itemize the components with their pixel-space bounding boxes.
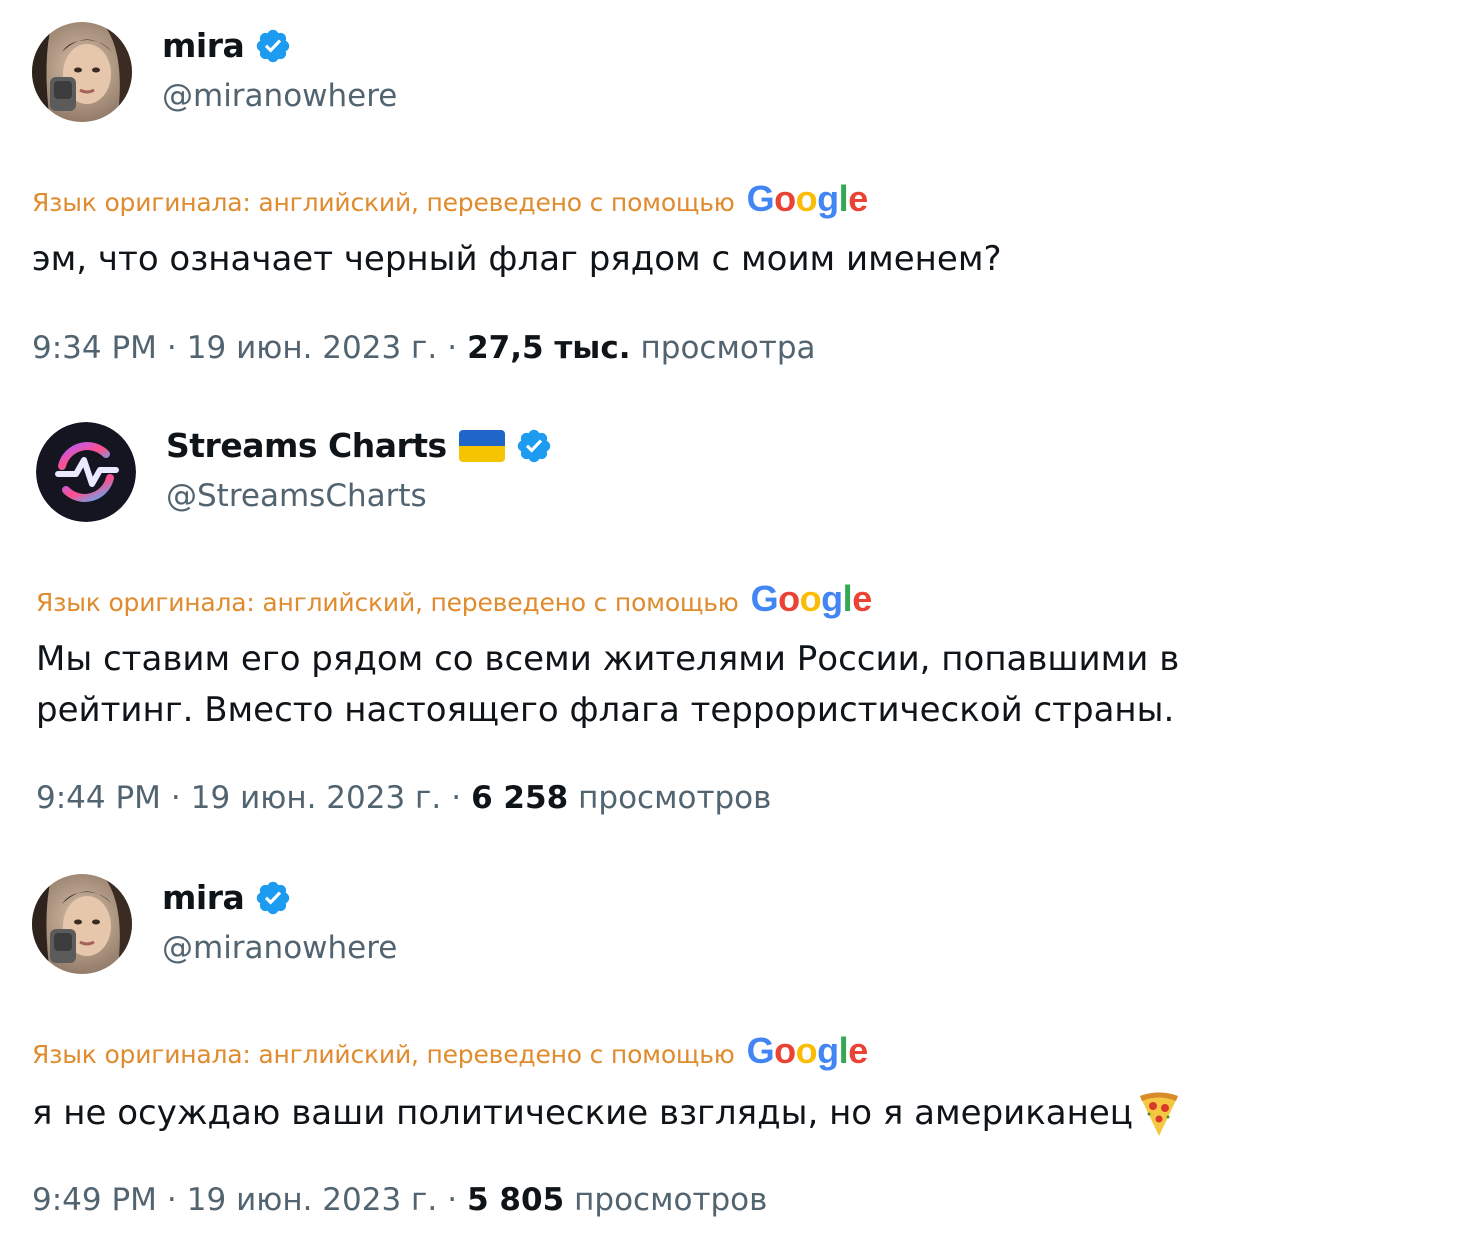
translation-note: Язык оригинала: английский, переведено с… — [32, 1030, 868, 1072]
google-letter: o — [778, 578, 800, 619]
tweet-text: эм, что означает черный флаг рядом с мои… — [32, 234, 1002, 285]
views-count[interactable]: 5 805 — [467, 1182, 564, 1218]
views-label: просмотра — [640, 330, 816, 366]
author-handle[interactable]: @miranowhere — [162, 78, 397, 114]
tweet-text: Мы ставим его рядом со всеми жителями Ро… — [36, 634, 1179, 736]
verified-badge-icon — [515, 427, 553, 465]
google-letter: e — [848, 1030, 868, 1071]
pizza-icon — [1137, 1090, 1181, 1138]
verified-badge-icon — [254, 879, 292, 917]
google-letter: e — [852, 578, 872, 619]
tweet-3: mira @miranowhere Язык оригинала: англий… — [0, 852, 1478, 1256]
translation-note-text: Язык оригинала: английский, переведено с… — [32, 1040, 735, 1069]
meta-separator: · — [451, 780, 462, 816]
google-letter: G — [746, 1030, 775, 1071]
tweet-time[interactable]: 9:34 PM — [32, 330, 157, 366]
google-logo: Google — [746, 1030, 869, 1072]
display-name[interactable]: Streams Charts — [166, 426, 447, 465]
meta-separator: · — [166, 330, 177, 366]
google-letter: l — [838, 178, 849, 219]
google-letter: g — [817, 1030, 839, 1071]
meta-separator: · — [170, 780, 181, 816]
google-letter: e — [848, 178, 868, 219]
google-letter: g — [817, 178, 839, 219]
meta-separator: · — [447, 1182, 458, 1218]
tweet-time[interactable]: 9:44 PM — [36, 780, 161, 816]
google-logo: Google — [750, 578, 873, 620]
tweet-date[interactable]: 19 июн. 2023 г. — [187, 330, 437, 366]
translation-note: Язык оригинала: английский, переведено с… — [36, 578, 872, 620]
translation-note-text: Язык оригинала: английский, переведено с… — [32, 188, 735, 217]
google-logo: Google — [746, 178, 869, 220]
google-letter: o — [774, 1030, 796, 1071]
tweet-time[interactable]: 9:49 PM — [32, 1182, 157, 1218]
google-letter: l — [842, 578, 853, 619]
tweet-text-line: Мы ставим его рядом со всеми жителями Ро… — [36, 639, 1180, 679]
tweet-text: я не осуждаю ваши политические взгляды, … — [32, 1088, 1181, 1139]
translation-note-text: Язык оригинала: английский, переведено с… — [36, 588, 739, 617]
tweet-meta: 9:49 PM · 19 июн. 2023 г. · 5 805 просмо… — [32, 1182, 767, 1218]
google-letter: o — [795, 178, 818, 219]
author-name-row: mira — [162, 26, 292, 65]
google-letter: o — [795, 1030, 818, 1071]
tweet-date[interactable]: 19 июн. 2023 г. — [191, 780, 441, 816]
views-count[interactable]: 6 258 — [471, 780, 568, 816]
author-handle[interactable]: @miranowhere — [162, 930, 397, 966]
author-name-row: mira — [162, 878, 292, 917]
google-letter: o — [799, 578, 822, 619]
verified-badge-icon — [254, 27, 292, 65]
views-label: просмотров — [578, 780, 772, 816]
translation-note: Язык оригинала: английский, переведено с… — [32, 178, 868, 220]
tweet-meta: 9:44 PM · 19 июн. 2023 г. · 6 258 просмо… — [36, 780, 771, 816]
views-count[interactable]: 27,5 тыс. — [467, 330, 630, 366]
ukraine-flag-icon — [458, 429, 505, 462]
tweet-text-line: эм, что означает черный флаг рядом с мои… — [32, 239, 1002, 279]
tweet-meta: 9:34 PM · 19 июн. 2023 г. · 27,5 тыс. пр… — [32, 330, 816, 366]
google-letter: G — [750, 578, 779, 619]
avatar-mira[interactable] — [32, 22, 132, 122]
google-letter: g — [821, 578, 843, 619]
tweet-text-line: я не осуждаю ваши политические взгляды, … — [32, 1093, 1133, 1133]
tweet-1: mira @miranowhere Язык оригинала: англий… — [0, 0, 1478, 400]
views-label: просмотров — [574, 1182, 768, 1218]
google-letter: G — [746, 178, 775, 219]
tweet-text-line: рейтинг. Вместо настоящего флага террори… — [36, 690, 1175, 730]
display-name[interactable]: mira — [162, 878, 245, 917]
author-name-row: Streams Charts — [166, 426, 553, 465]
google-letter: o — [774, 178, 796, 219]
tweet-2: Streams Charts @StreamsCharts Язык ориги… — [0, 400, 1478, 850]
avatar-mira[interactable] — [32, 874, 132, 974]
author-handle[interactable]: @StreamsCharts — [166, 478, 427, 514]
display-name[interactable]: mira — [162, 26, 245, 65]
google-letter: l — [838, 1030, 849, 1071]
meta-separator: · — [166, 1182, 177, 1218]
meta-separator: · — [447, 330, 458, 366]
tweet-date[interactable]: 19 июн. 2023 г. — [187, 1182, 437, 1218]
streams-charts-logo[interactable] — [36, 422, 136, 522]
